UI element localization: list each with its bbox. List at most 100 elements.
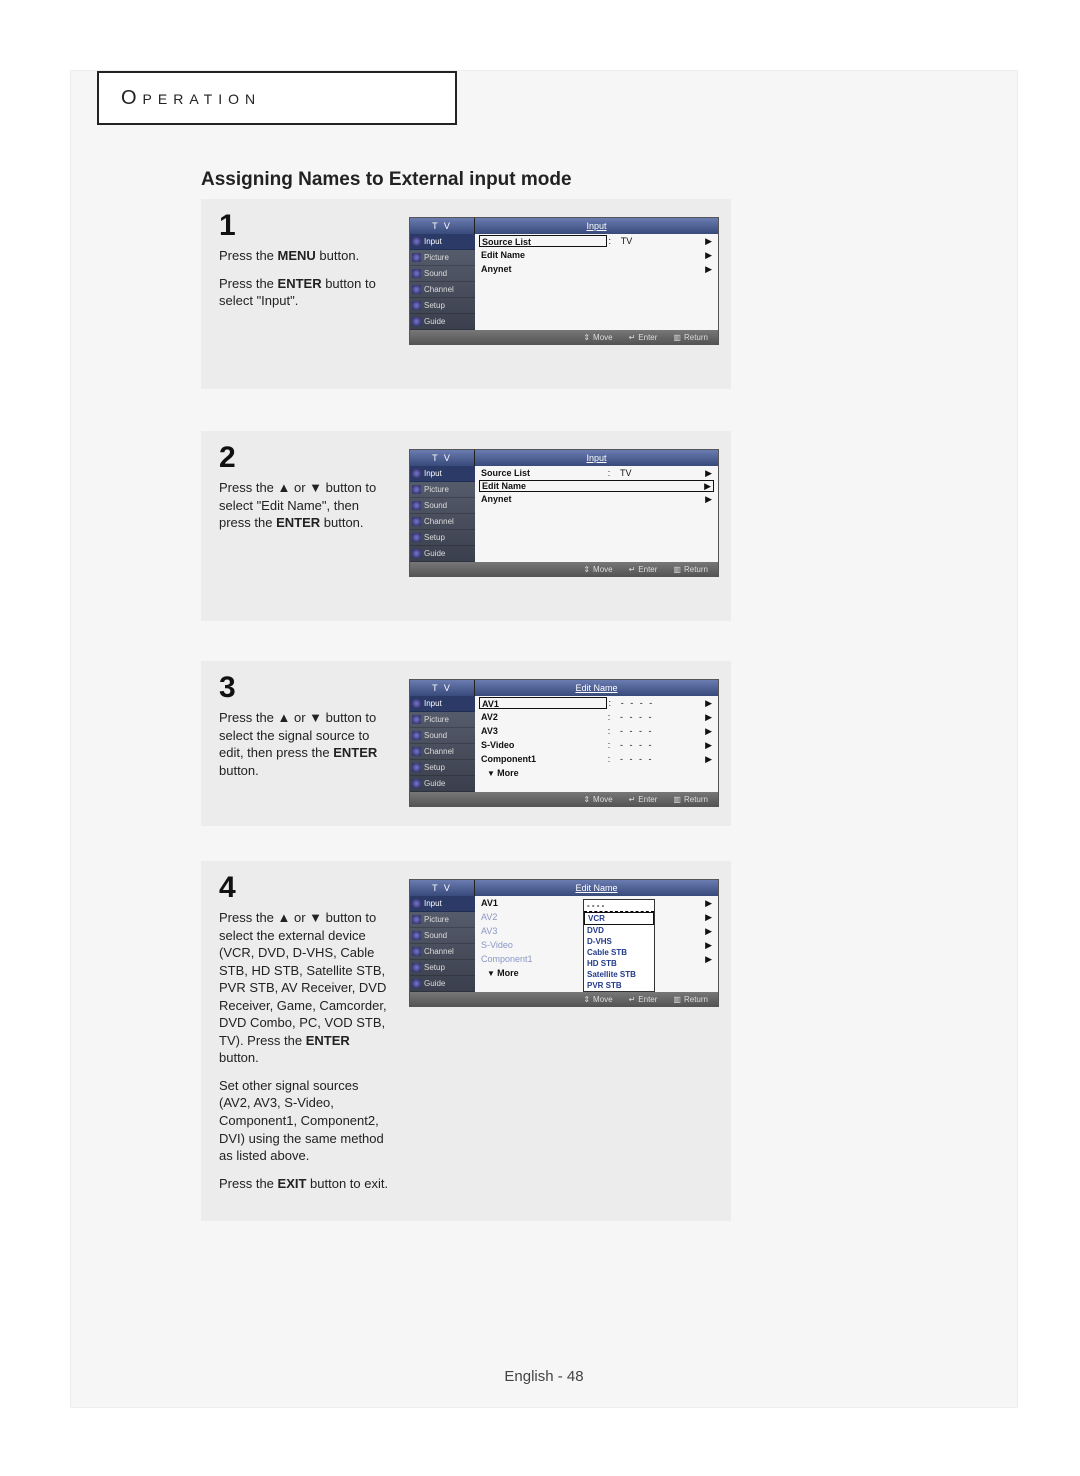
menu-icon bbox=[412, 715, 421, 724]
osd-header-left: T V bbox=[410, 450, 475, 466]
hint-move: Move bbox=[583, 995, 612, 1004]
menu-icon bbox=[412, 269, 421, 278]
menu-icon bbox=[412, 747, 421, 756]
menu-icon bbox=[412, 517, 421, 526]
osd-screenshot: T VEdit NameInputPictureSoundChannelSetu… bbox=[409, 679, 719, 807]
osd-more-row: More bbox=[475, 766, 718, 780]
arrow-right-icon: ▶ bbox=[702, 924, 712, 938]
menu-icon bbox=[412, 285, 421, 294]
step-instruction: Press the MENU button.Press the ENTER bu… bbox=[219, 247, 389, 310]
arrow-right-icon: ▶ bbox=[702, 466, 712, 480]
page-panel: Operation Assigning Names to External in… bbox=[70, 70, 1018, 1408]
dropdown-option: Satellite STB bbox=[584, 969, 654, 980]
osd-row-value: TV bbox=[614, 466, 702, 480]
dropdown-option: VCR bbox=[584, 912, 654, 925]
osd-menu-row: AV3:- - - -▶ bbox=[475, 724, 718, 738]
osd-row-label: AV2 bbox=[481, 710, 604, 724]
osd-row-label: Anynet bbox=[481, 492, 602, 506]
dropdown-option: HD STB bbox=[584, 958, 654, 969]
dropdown-option: D-VHS bbox=[584, 936, 654, 947]
section-header-label: Operation bbox=[121, 87, 261, 110]
step-instruction: Press the ▲ or ▼ button to select the si… bbox=[219, 709, 389, 779]
osd-side-item: Input bbox=[410, 466, 475, 482]
osd-header-title: Input bbox=[475, 218, 718, 234]
osd-screenshot: T VInputInputPictureSoundChannelSetupGui… bbox=[409, 449, 719, 577]
osd-side-label: Picture bbox=[424, 253, 449, 262]
menu-icon bbox=[412, 731, 421, 740]
menu-icon bbox=[412, 979, 421, 988]
osd-side-item: Channel bbox=[410, 744, 475, 760]
hint-return: Return bbox=[673, 565, 708, 574]
osd-side-item: Guide bbox=[410, 314, 475, 330]
osd-menu-row: AV2:- - - -▶ bbox=[475, 710, 718, 724]
osd-side-label: Picture bbox=[424, 715, 449, 724]
menu-icon bbox=[412, 549, 421, 558]
arrow-right-icon: ▶ bbox=[702, 738, 712, 752]
step-instruction: Press the ▲ or ▼ button to select the ex… bbox=[219, 909, 389, 1192]
osd-side-item: Setup bbox=[410, 960, 475, 976]
hint-return: Return bbox=[673, 333, 708, 342]
step-block-3: 3Press the ▲ or ▼ button to select the s… bbox=[201, 661, 731, 826]
osd-side-item: Setup bbox=[410, 760, 475, 776]
osd-side-item: Input bbox=[410, 896, 475, 912]
hint-return: Return bbox=[673, 995, 708, 1004]
osd-side-item: Picture bbox=[410, 912, 475, 928]
osd-row-label: Source List bbox=[481, 466, 604, 480]
osd-side-label: Guide bbox=[424, 979, 445, 988]
osd-row-value: - - - - bbox=[614, 752, 702, 766]
arrow-right-icon: ▶ bbox=[702, 262, 712, 276]
colon: : bbox=[604, 738, 614, 752]
menu-icon bbox=[412, 963, 421, 972]
osd-sidebar: InputPictureSoundChannelSetupGuide bbox=[410, 234, 475, 330]
osd-side-item: Channel bbox=[410, 282, 475, 298]
osd-side-label: Guide bbox=[424, 549, 445, 558]
hint-move: Move bbox=[583, 333, 612, 342]
arrow-right-icon: ▶ bbox=[702, 234, 712, 248]
menu-icon bbox=[412, 899, 421, 908]
menu-icon bbox=[412, 237, 421, 246]
menu-icon bbox=[412, 469, 421, 478]
osd-row-label: AV3 bbox=[481, 724, 604, 738]
osd-menu-row: Source List:TV▶ bbox=[475, 234, 718, 248]
osd-side-item: Sound bbox=[410, 266, 475, 282]
arrow-right-icon: ▶ bbox=[702, 910, 712, 924]
osd-menu-row: Anynet▶ bbox=[475, 492, 718, 506]
menu-icon bbox=[412, 317, 421, 326]
dropdown-option: Cable STB bbox=[584, 947, 654, 958]
osd-header-title: Input bbox=[475, 450, 718, 466]
osd-menu-row: AV1:- - - -▶ bbox=[475, 696, 718, 710]
dropdown-option: - - - - bbox=[584, 900, 654, 912]
step-instruction: Press the ▲ or ▼ button to select "Edit … bbox=[219, 479, 389, 532]
osd-side-label: Setup bbox=[424, 533, 445, 542]
osd-row-label: Source List bbox=[479, 235, 607, 247]
osd-side-label: Sound bbox=[424, 269, 447, 278]
osd-sidebar: InputPictureSoundChannelSetupGuide bbox=[410, 466, 475, 562]
osd-side-item: Sound bbox=[410, 728, 475, 744]
osd-menu-row: Source List:TV▶ bbox=[475, 466, 718, 480]
colon: : bbox=[605, 696, 615, 710]
osd-side-label: Channel bbox=[424, 285, 454, 294]
step-block-4: 4Press the ▲ or ▼ button to select the e… bbox=[201, 861, 731, 1221]
osd-menu-row: Anynet▶ bbox=[475, 262, 718, 276]
section-header-box: Operation bbox=[97, 71, 457, 125]
dropdown-option: DVD bbox=[584, 925, 654, 936]
page-footer: English - 48 bbox=[71, 1368, 1017, 1385]
osd-footer: MoveEnterReturn bbox=[410, 562, 718, 576]
osd-side-item: Guide bbox=[410, 776, 475, 792]
osd-side-label: Sound bbox=[424, 931, 447, 940]
hint-return: Return bbox=[673, 795, 708, 804]
osd-row-value: - - - - bbox=[614, 738, 702, 752]
osd-side-label: Guide bbox=[424, 317, 445, 326]
osd-side-item: Channel bbox=[410, 514, 475, 530]
colon: : bbox=[605, 234, 615, 248]
osd-row-label: S-Video bbox=[481, 738, 604, 752]
page-title: Assigning Names to External input mode bbox=[201, 169, 572, 191]
hint-enter: Enter bbox=[629, 795, 658, 804]
menu-icon bbox=[412, 533, 421, 542]
osd-side-label: Sound bbox=[424, 731, 447, 740]
osd-menu-row: S-Video:- - - -▶ bbox=[475, 738, 718, 752]
osd-side-label: Picture bbox=[424, 485, 449, 494]
menu-icon bbox=[412, 915, 421, 924]
osd-footer: MoveEnterReturn bbox=[410, 330, 718, 344]
osd-header-left: T V bbox=[410, 218, 475, 234]
